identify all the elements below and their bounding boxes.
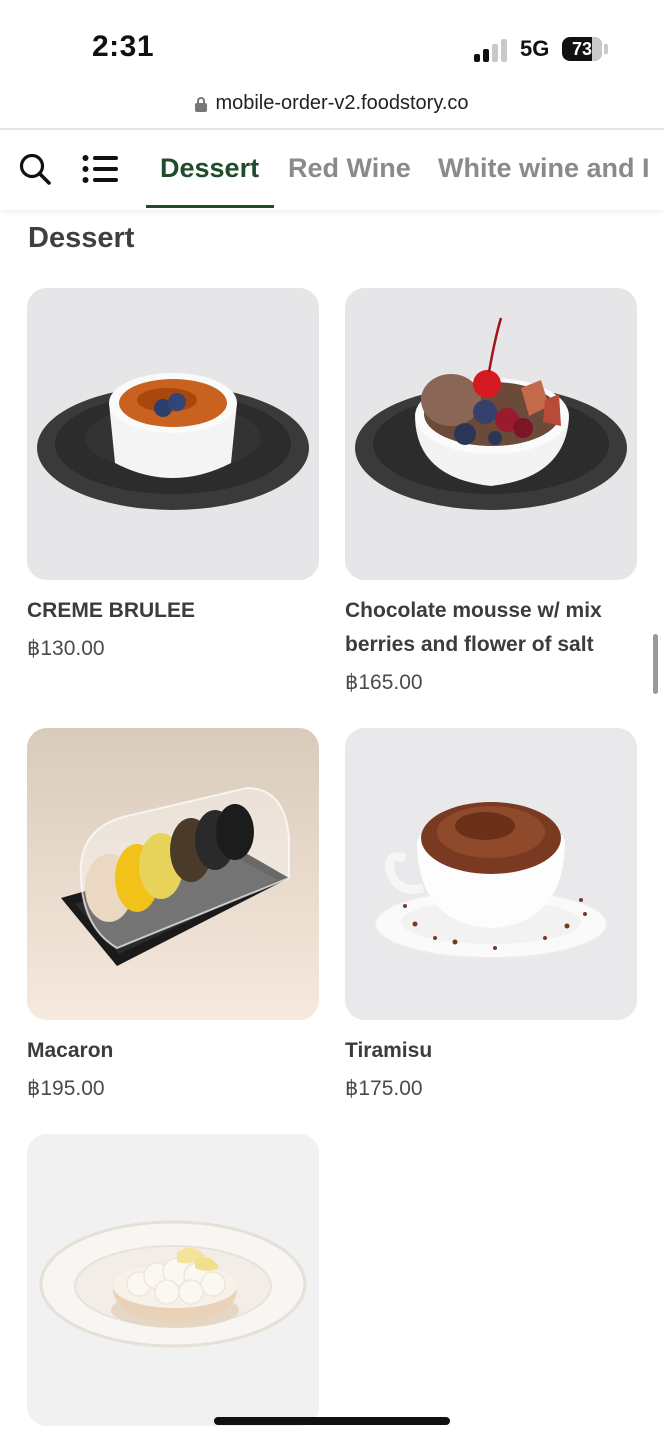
url-text: mobile-order-v2.foodstory.co [215,92,469,114]
product-image[interactable] [27,288,319,580]
battery-cap [604,44,608,54]
product-price: ฿175.00 [345,1077,423,1100]
category-tabs: Dessert Red Wine White wine and I [146,130,664,210]
clock: 2:31 [92,30,155,63]
tab-dessert[interactable]: Dessert [146,130,274,208]
product-image[interactable] [27,728,319,1020]
scrollbar[interactable] [653,634,658,694]
product-price: ฿165.00 [345,671,423,694]
product-card-chocolate-mousse[interactable]: Chocolate mousse w/ mix berries and flow… [345,288,637,700]
product-card-creme-brulee[interactable]: CREME BRULEE ฿130.00 [27,288,319,666]
product-name: CREME BRULEE [27,599,196,622]
battery-icon: 73 [562,37,602,61]
home-indicator[interactable] [214,1417,450,1425]
product-card-tart[interactable] [27,1134,319,1426]
product-image[interactable] [345,288,637,580]
product-name: Chocolate mousse w/ mix berries and flow… [345,599,602,656]
product-name: Tiramisu [345,1039,433,1062]
product-image[interactable] [27,1134,319,1426]
tab-white-wine[interactable]: White wine and I [424,130,664,208]
product-price: ฿195.00 [27,1077,105,1100]
product-price: ฿130.00 [27,637,105,660]
search-icon[interactable] [18,152,52,186]
product-name: Macaron [27,1039,114,1062]
category-nav: Dessert Red Wine White wine and I [0,130,664,210]
product-card-macaron[interactable]: Macaron ฿195.00 [27,728,319,1106]
network-type: 5G [520,36,550,61]
address-bar[interactable]: mobile-order-v2.foodstory.co [0,84,664,124]
product-card-tiramisu[interactable]: Tiramisu ฿175.00 [345,728,637,1106]
product-image[interactable] [345,728,637,1020]
status-bar: 2:31 5G 73 [0,0,664,90]
category-list-icon[interactable] [82,154,118,184]
signal-strength-icon [474,38,512,62]
battery-level: 73 [571,39,593,59]
tab-red-wine[interactable]: Red Wine [274,130,425,208]
section-title: Dessert [28,222,135,254]
lock-icon [195,96,208,112]
